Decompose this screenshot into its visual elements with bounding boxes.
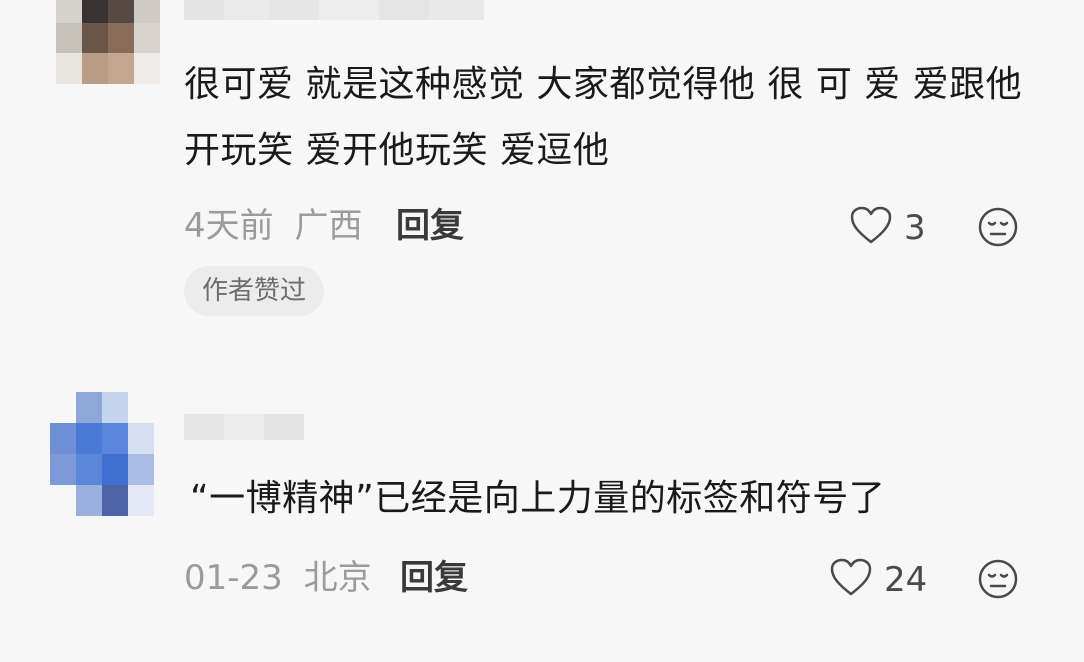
like-count: 24 bbox=[884, 560, 928, 600]
comment-time: 4天前 bbox=[184, 206, 274, 246]
avatar[interactable] bbox=[50, 392, 154, 516]
comment-text: “一博精神”已经是向上力量的标签和符号了 bbox=[190, 478, 886, 519]
username-blurred[interactable] bbox=[184, 414, 304, 440]
neutral-face-icon[interactable] bbox=[977, 558, 1019, 600]
author-liked-badge: 作者赞过 bbox=[184, 266, 325, 316]
comment-item: “一博精神”已经是向上力量的标签和符号了 01-23 北京 回复 24 bbox=[0, 380, 1084, 662]
comment-list: 很可爱 就是这种感觉 大家都觉得他 很 可 爱 爱跟他开玩笑 爱开他玩笑 爱逗他… bbox=[0, 0, 1084, 662]
reply-button[interactable]: 回复 bbox=[400, 558, 468, 598]
comment-meta: 4天前 广西 bbox=[184, 206, 362, 246]
comment-time: 01-23 bbox=[184, 558, 283, 598]
username-blurred[interactable] bbox=[184, 0, 484, 20]
like-button[interactable]: 24 bbox=[830, 558, 927, 602]
comment-item: 很可爱 就是这种感觉 大家都觉得他 很 可 爱 爱跟他开玩笑 爱开他玩笑 爱逗他… bbox=[0, 0, 1084, 340]
neutral-face-icon[interactable] bbox=[977, 206, 1019, 248]
comment-text: 很可爱 就是这种感觉 大家都觉得他 很 可 爱 爱跟他开玩笑 爱开他玩笑 爱逗他 bbox=[184, 64, 1023, 171]
heart-outline-icon bbox=[830, 558, 872, 602]
comment-location: 广西 bbox=[294, 206, 363, 246]
reply-button[interactable]: 回复 bbox=[396, 206, 464, 246]
avatar[interactable] bbox=[56, 0, 160, 84]
heart-outline-icon bbox=[850, 206, 892, 250]
comment-location: 北京 bbox=[303, 558, 372, 598]
comment-meta: 01-23 北京 bbox=[184, 558, 372, 598]
like-count: 3 bbox=[904, 208, 926, 248]
like-button[interactable]: 3 bbox=[850, 206, 926, 250]
